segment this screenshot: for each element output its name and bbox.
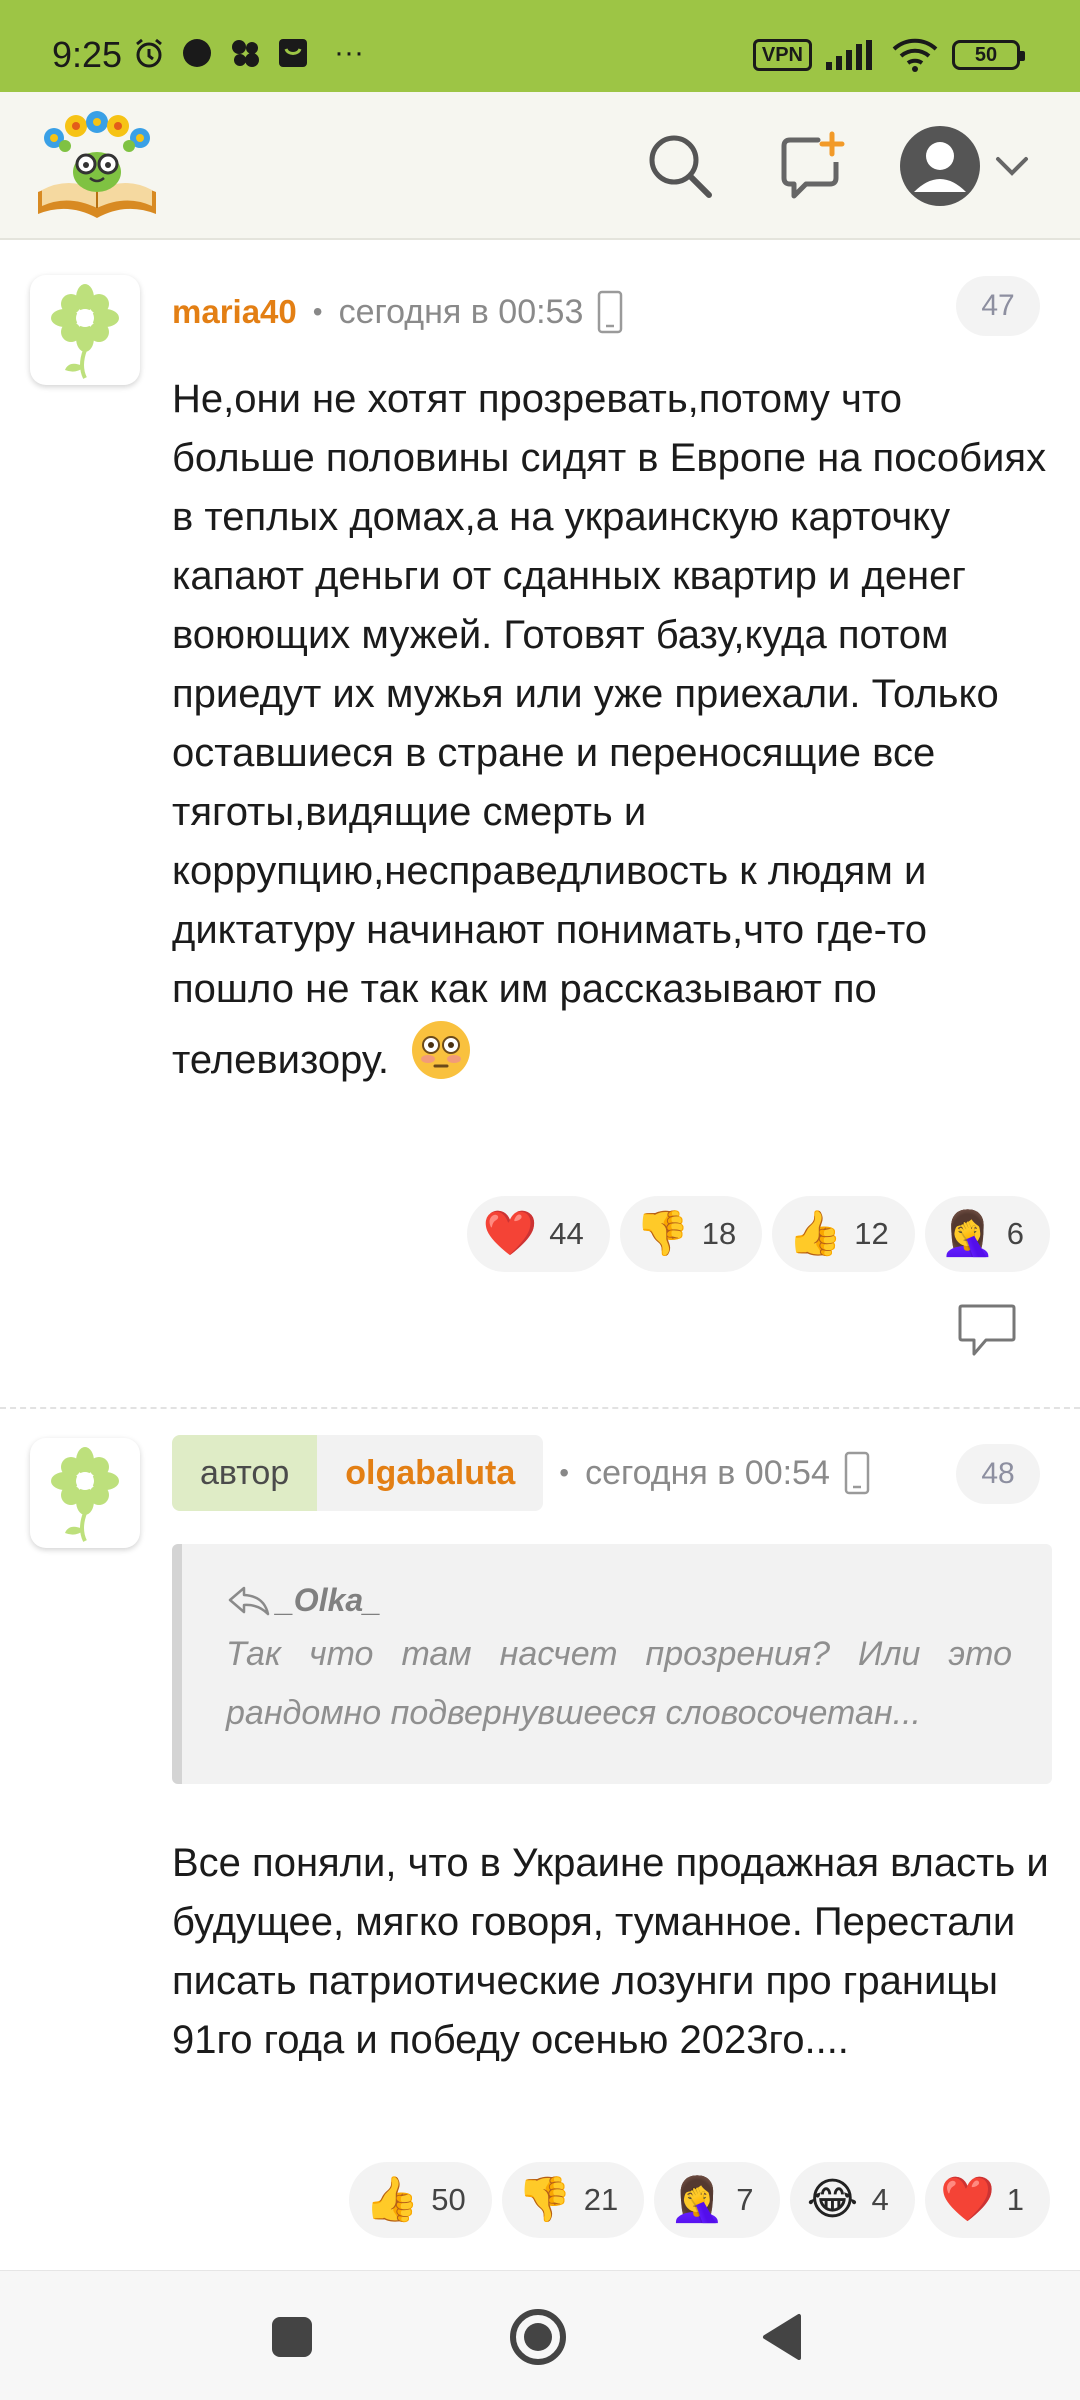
thumbs-up-icon: 👍 — [364, 2175, 420, 2224]
wifi-icon — [892, 38, 938, 72]
comment-body: Не,они не хотят прозревать,потому что бо… — [172, 377, 1047, 1082]
new-post-button[interactable] — [772, 126, 852, 206]
square-icon — [272, 2317, 312, 2357]
quote-line-1: Так что там насчет прозрения? Или это — [226, 1635, 1012, 1673]
comment-body: Все поняли, что в Украине продажная влас… — [172, 1841, 1049, 2062]
home-button[interactable] — [506, 2305, 570, 2369]
comment-number[interactable]: 48 — [956, 1444, 1040, 1504]
back-button[interactable] — [750, 2305, 814, 2369]
vpn-icon: VPN — [752, 39, 812, 71]
laughing-icon: 😂 — [806, 2175, 859, 2224]
new-post-icon — [781, 131, 845, 199]
reaction-count: 44 — [549, 1216, 584, 1251]
battery-level: 50 — [974, 43, 998, 66]
alarm-icon — [136, 38, 162, 68]
username[interactable]: olgabaluta — [317, 1435, 544, 1511]
comment-48: автор olgabaluta • сегодня в 00:54 48 _O… — [0, 1410, 1080, 2270]
reaction-count: 12 — [854, 1216, 889, 1251]
comment-meta: автор olgabaluta • сегодня в 00:54 — [172, 1435, 870, 1511]
circle-app-icon — [183, 39, 211, 67]
reaction-facepalm[interactable]: 🤦‍♀️ 6 — [924, 1196, 1050, 1272]
signal-icon — [826, 40, 872, 70]
reaction-thumbs-down[interactable]: 👎 21 — [501, 2162, 645, 2238]
profile-menu-button[interactable] — [895, 126, 1035, 206]
chevron-down-icon — [996, 157, 1028, 176]
battery-icon: 50 — [952, 40, 1025, 70]
comment-text: Все поняли, что в Украине продажная влас… — [172, 1834, 1052, 2070]
reaction-facepalm[interactable]: 🤦‍♀️ 7 — [654, 2162, 780, 2238]
reaction-heart[interactable]: ❤️ 44 — [467, 1196, 610, 1272]
mobile-device-icon — [844, 1451, 870, 1495]
heart-icon: ❤️ — [940, 2175, 996, 2224]
app-header — [0, 92, 1080, 240]
mobile-device-icon — [598, 290, 623, 334]
status-notification-icons: ··· — [132, 36, 364, 70]
flushed-face-icon — [412, 1021, 471, 1079]
username[interactable]: maria40 — [172, 293, 297, 331]
thumbs-up-icon: 👍 — [787, 1209, 843, 1258]
profile-avatar-icon — [900, 126, 980, 206]
comment-meta: maria40 • сегодня в 00:53 — [172, 282, 623, 342]
comment-divider — [0, 1407, 1080, 1409]
reaction-count: 1 — [1006, 2182, 1024, 2217]
status-system-icons: VPN 50 — [752, 38, 1025, 72]
reaction-count: 7 — [736, 2182, 754, 2217]
daisy-avatar-icon — [51, 284, 119, 379]
daisy-avatar-icon — [51, 1447, 119, 1542]
facepalm-icon: 🤦‍♀️ — [669, 2175, 725, 2224]
quote-text: Так что там насчет прозрения? Или это ра… — [226, 1625, 1012, 1743]
quote-line-2: рандомно подвернувшееся словосочетан... — [226, 1694, 921, 1732]
thumbs-down-icon: 👎 — [517, 2175, 573, 2224]
reaction-heart[interactable]: ❤️ 1 — [924, 2162, 1050, 2238]
reaction-laughing[interactable]: 😂 4 — [789, 2162, 915, 2238]
reaction-count: 4 — [871, 2182, 889, 2217]
thumbs-down-icon: 👎 — [635, 1209, 691, 1258]
reaction-count: 6 — [1006, 1216, 1024, 1251]
quoted-comment[interactable]: _Olka_ Так что там насчет прозрения? Или… — [172, 1544, 1052, 1784]
avatar[interactable] — [30, 1438, 140, 1548]
system-nav-bar — [0, 2270, 1080, 2400]
back-triangle-icon — [763, 2314, 801, 2360]
comment-47: maria40 • сегодня в 00:53 47 Не,они не х… — [0, 240, 1080, 1400]
status-time: 9:25 — [52, 34, 123, 75]
more-notifications-icon: ··· — [334, 36, 364, 69]
author-chip[interactable]: автор olgabaluta — [172, 1435, 544, 1511]
reply-arrow-icon — [228, 1586, 270, 1615]
search-button[interactable] — [640, 126, 720, 206]
reaction-count: 21 — [583, 2182, 619, 2217]
comment-number[interactable]: 47 — [956, 276, 1040, 336]
status-bar: 9:25 ··· VPN 50 — [0, 0, 1080, 92]
reply-icon[interactable] — [956, 1302, 1018, 1358]
recents-button[interactable] — [260, 2305, 324, 2369]
reactions-bar: ❤️ 44 👎 18 👍 12 🤦‍♀️ 6 — [467, 1196, 1050, 1272]
reactions-bar: 👍 50 👎 21 🤦‍♀️ 7 😂 4 ❤️ 1 — [349, 2162, 1050, 2238]
search-icon — [649, 135, 712, 198]
home-circle-icon — [510, 2309, 566, 2365]
reaction-thumbs-up[interactable]: 👍 12 — [772, 1196, 915, 1272]
quote-author-row: _Olka_ — [226, 1582, 1012, 1619]
reaction-count: 50 — [431, 2182, 466, 2217]
quote-author[interactable]: _Olka_ — [276, 1582, 381, 1619]
shop-bag-icon — [279, 39, 307, 67]
comment-text: Не,они не хотят прозревать,потому что бо… — [172, 370, 1052, 1090]
meta-separator: • — [559, 1457, 570, 1488]
facepalm-icon: 🤦‍♀️ — [940, 1209, 996, 1258]
heart-icon: ❤️ — [482, 1209, 538, 1258]
reaction-thumbs-up[interactable]: 👍 50 — [349, 2162, 492, 2238]
avatar[interactable] — [30, 275, 140, 385]
reaction-count: 18 — [701, 1216, 737, 1251]
meta-separator: • — [312, 296, 323, 327]
comment-time[interactable]: сегодня в 00:53 — [339, 293, 584, 332]
author-label: автор — [172, 1435, 318, 1511]
logo-flower-book[interactable] — [34, 110, 160, 222]
dots-cluster-icon — [232, 40, 259, 67]
comment-time[interactable]: сегодня в 00:54 — [585, 1454, 830, 1493]
reaction-thumbs-down[interactable]: 👎 18 — [619, 1196, 763, 1272]
